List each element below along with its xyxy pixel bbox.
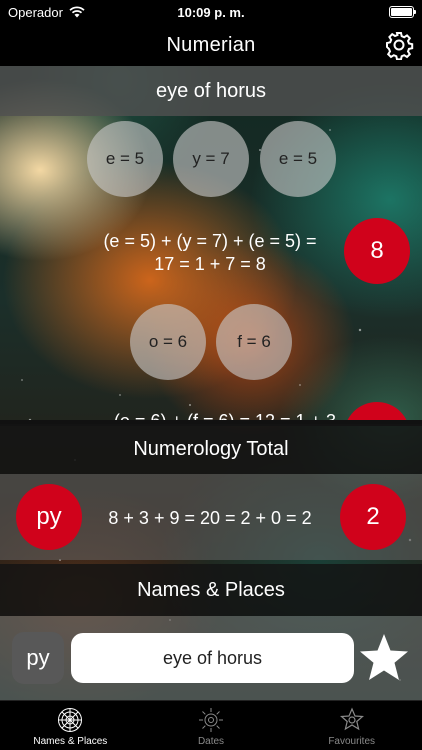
system-badge[interactable]: py	[16, 484, 82, 550]
star-badge-icon	[339, 707, 364, 731]
nav-bar: Numerian	[0, 24, 422, 66]
letter-value: f = 6	[237, 332, 271, 351]
status-bar: Operador 10:09 p. m.	[0, 0, 422, 24]
letter-circle: y = 7	[173, 121, 249, 197]
equation-line: 17 = 1 + 7 = 8	[154, 254, 266, 274]
letter-value: e = 5	[105, 149, 145, 168]
carrier-label: Operador	[8, 4, 63, 20]
total-row: py 8 + 3 + 9 = 20 = 2 + 0 = 2 2	[0, 474, 422, 560]
letter-circle: o = 6	[130, 304, 206, 380]
input-row: py	[0, 616, 422, 700]
tab-label: Names & Places	[33, 736, 108, 747]
total-equation: 8 + 3 + 9 = 20 = 2 + 0 = 2	[108, 508, 312, 528]
wifi-icon	[69, 6, 85, 18]
name-section-header: eye of horus	[0, 66, 422, 116]
letter-circle: f = 6	[216, 304, 292, 380]
system-toggle-button[interactable]: py	[12, 632, 64, 684]
tab-favourites[interactable]: Favourites	[281, 701, 422, 750]
total-result-value: 2	[366, 503, 380, 530]
letter-circle: e = 5	[87, 121, 163, 197]
input-section-header: Names & Places	[0, 564, 422, 616]
input-section-title: Names & Places	[137, 578, 285, 601]
total-section-header: Numerology Total	[0, 424, 422, 474]
system-badge-label: py	[36, 503, 62, 530]
letter-value: e = 5	[278, 149, 318, 168]
word-equation: (e = 5) + (y = 7) + (e = 5) = 17 = 1 + 7…	[60, 230, 360, 276]
total-result-badge[interactable]: 2	[340, 484, 406, 550]
tab-bar: Names & Places Dates Favourites	[0, 700, 422, 750]
status-left: Operador	[8, 5, 85, 20]
battery-fill	[391, 8, 412, 16]
mandala-icon	[58, 708, 83, 732]
equation-line: (e = 5) + (y = 7) + (e = 5) =	[103, 231, 317, 251]
word-result-badge[interactable]: 8	[344, 218, 410, 284]
scroll-clip: (o = 6) + (f = 6) = 12 = 1 + 3	[0, 400, 422, 420]
name-section-title: eye of horus	[155, 79, 267, 102]
tab-label: Dates	[197, 736, 225, 747]
tab-label: Favourites	[328, 736, 376, 747]
total-section-title: Numerology Total	[133, 437, 289, 460]
tab-dates[interactable]: Dates	[141, 701, 282, 750]
word-result-value: 8	[370, 237, 384, 264]
letter-circle: e = 5	[260, 121, 336, 197]
favourite-button[interactable]	[358, 630, 410, 684]
battery-icon	[389, 6, 416, 18]
sun-dial-icon	[199, 708, 223, 732]
word-result-badge-partial	[344, 402, 410, 420]
page-title: Numerian	[166, 33, 256, 56]
word-equation-partial: (o = 6) + (f = 6) = 12 = 1 + 3	[80, 410, 370, 420]
letter-value: o = 6	[148, 332, 188, 351]
name-input[interactable]	[71, 633, 354, 683]
star-icon	[360, 634, 408, 680]
system-toggle-label: py	[26, 645, 50, 670]
settings-button[interactable]	[382, 28, 416, 62]
gear-icon	[386, 32, 414, 60]
letter-value: y = 7	[192, 149, 230, 168]
tab-names-places[interactable]: Names & Places	[0, 701, 141, 750]
